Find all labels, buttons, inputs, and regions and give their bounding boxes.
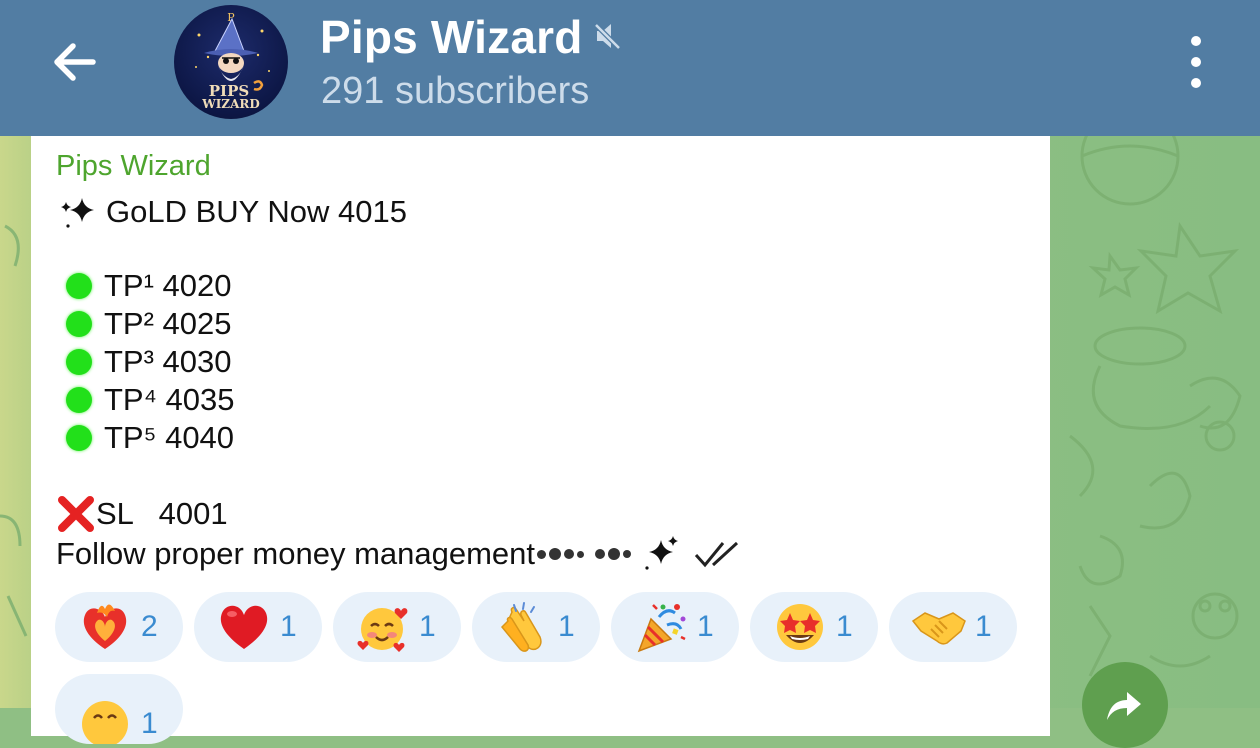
green-circle-icon [66,387,92,413]
reaction-red-heart[interactable]: 1 [194,592,322,662]
stop-loss-text: SL 4001 [96,496,228,531]
message-headline-line: GoLD BUY Now 4015 [56,192,407,232]
target-row: TP¹ 4020 [56,268,232,304]
reaction-count: 1 [975,610,992,643]
green-circle-icon [66,349,92,375]
reaction-count: 1 [836,610,853,643]
menu-dot [1191,57,1201,67]
double-check-icon [694,541,739,568]
sparkles-icon [645,536,679,570]
heart-on-fire-icon [83,604,127,649]
green-circle-icon [66,311,92,337]
target-row: TP⁵ 4040 [56,420,234,456]
reaction-heart-on-fire[interactable]: 2 [55,592,183,662]
menu-dot [1191,36,1201,46]
target-label: TP⁴ 4035 [104,382,235,417]
sparkles-icon [61,198,94,228]
clapping-hands-icon [500,602,542,652]
reaction-count: 2 [141,610,158,643]
back-button[interactable] [44,34,104,90]
green-circle-icon [66,273,92,299]
reaction-count: 1 [697,610,714,643]
reaction-handshake[interactable]: 1 [889,592,1017,662]
message-author[interactable]: Pips Wizard [56,150,211,183]
svg-text:WIZARD: WIZARD [201,97,260,111]
reaction-count: 1 [558,610,575,643]
stop-loss-row: SL 4001 [56,496,228,532]
reaction-star-struck[interactable]: 1 [750,592,878,662]
green-circle-icon [66,425,92,451]
arrow-left-icon [54,43,96,81]
grinning-face-icon [82,701,128,744]
handshake-icon [911,612,966,645]
reaction-count: 1 [280,610,297,643]
smiling-face-with-hearts-icon [357,608,408,652]
reaction-grinning-face[interactable]: 1 [55,674,183,744]
reaction-clapping-hands[interactable]: 1 [472,592,600,662]
target-label: TP³ 4030 [104,344,232,379]
subscriber-count: 291 subscribers [321,70,590,112]
target-row: TP² 4025 [56,306,232,342]
reaction-count: 1 [141,707,158,740]
share-button[interactable] [1082,662,1168,748]
message-headline: GoLD BUY Now 4015 [106,194,407,229]
more-vertical-icon[interactable] [1176,36,1216,88]
cross-mark-icon [58,496,94,532]
red-heart-icon [220,605,268,649]
chat-header: P PIPS WIZARD Pips Wizard 291 subscriber… [0,0,1260,136]
star-struck-icon [777,604,823,650]
target-label: TP⁵ 4040 [104,420,235,455]
dots-icon [537,548,632,560]
wizard-logo: P PIPS WIZARD [195,11,270,111]
channel-avatar[interactable]: P PIPS WIZARD [174,5,288,119]
reaction-count: 1 [419,610,436,643]
target-label: TP² 4025 [104,306,232,341]
target-row: TP⁴ 4035 [56,382,235,418]
party-popper-icon [637,604,686,653]
muted-speaker-icon [593,22,622,51]
channel-title[interactable]: Pips Wizard [320,10,583,64]
footer-row: Follow proper money management [56,534,743,574]
share-arrow-icon [1107,692,1141,720]
reaction-party-popper[interactable]: 1 [611,592,739,662]
target-row: TP³ 4030 [56,344,232,380]
footer-text: Follow proper money management [56,536,536,571]
menu-dot [1191,78,1201,88]
target-label: TP¹ 4020 [104,268,232,303]
reaction-smiling-face-with-hearts[interactable]: 1 [333,592,461,662]
